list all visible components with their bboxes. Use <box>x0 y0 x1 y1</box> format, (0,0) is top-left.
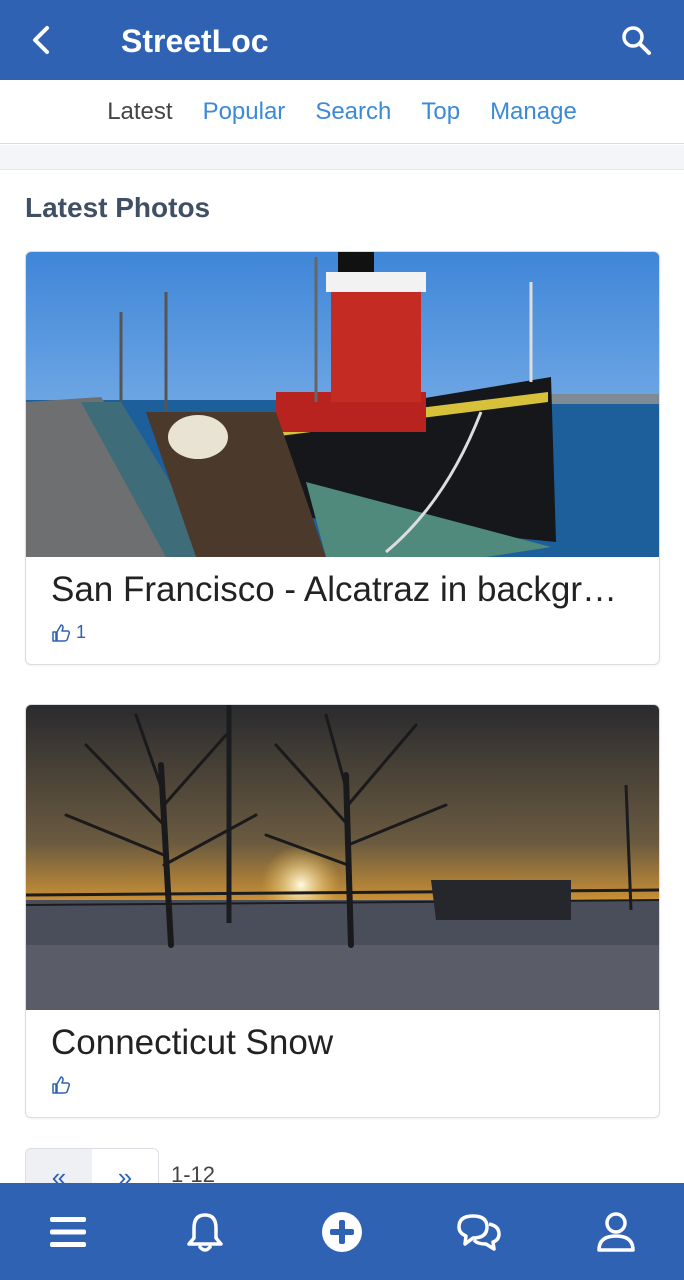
tab-manage[interactable]: Manage <box>490 80 577 144</box>
notifications-button[interactable] <box>170 1197 240 1267</box>
photo-image[interactable] <box>26 705 660 1010</box>
app-bar: StreetLoc <box>0 0 684 80</box>
chat-button[interactable] <box>444 1197 514 1267</box>
bell-icon <box>187 1212 223 1252</box>
add-button[interactable] <box>307 1197 377 1267</box>
photo-caption[interactable]: San Francisco - Alcatraz in backgr… <box>51 568 621 612</box>
search-button[interactable] <box>616 20 656 60</box>
likes-count[interactable] <box>51 1075 76 1095</box>
tab-search[interactable]: Search <box>315 80 391 144</box>
divider-band <box>0 145 684 170</box>
profile-icon <box>596 1211 635 1252</box>
likes-value: 1 <box>76 622 87 642</box>
menu-icon <box>50 1216 87 1247</box>
app-title: StreetLoc <box>121 23 269 59</box>
add-icon <box>321 1211 362 1252</box>
back-button[interactable] <box>22 20 62 60</box>
thumbs-up-icon <box>52 1076 71 1094</box>
photo-card[interactable]: Connecticut Snow <box>25 704 660 1118</box>
thumbs-up-icon <box>52 623 71 642</box>
tab-popular[interactable]: Popular <box>203 80 286 144</box>
photo-image[interactable] <box>26 252 660 557</box>
profile-button[interactable] <box>581 1197 651 1267</box>
chevron-left-icon <box>33 26 49 54</box>
tab-bar: Latest Popular Search Top Manage <box>0 80 684 144</box>
chat-icon <box>457 1213 501 1251</box>
photo-card[interactable]: San Francisco - Alcatraz in backgr… 1 <box>25 251 660 665</box>
tab-top[interactable]: Top <box>421 80 460 144</box>
photo-caption[interactable]: Connecticut Snow <box>51 1021 621 1065</box>
likes-count[interactable]: 1 <box>51 622 86 643</box>
menu-button[interactable] <box>33 1197 103 1267</box>
section-title: Latest Photos <box>25 192 211 223</box>
bottom-nav <box>0 1183 684 1280</box>
search-icon <box>622 26 651 55</box>
tab-latest[interactable]: Latest <box>107 80 172 144</box>
